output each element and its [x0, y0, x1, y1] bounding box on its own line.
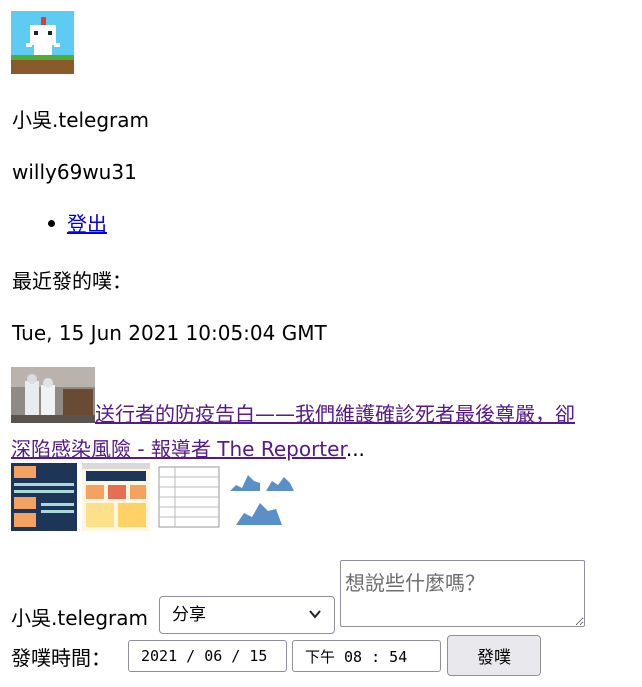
article-link-line1[interactable]: 送行者的防疫告白——我們維護確診死者最後尊嚴，卻: [95, 402, 575, 426]
time-input[interactable]: [292, 640, 441, 672]
list-bullet: [48, 220, 55, 227]
message-textarea[interactable]: [340, 560, 585, 627]
plurk-timestamp: Tue, 15 Jun 2021 10:05:04 GMT: [12, 321, 327, 345]
qualifier-select[interactable]: 分享: [159, 596, 335, 634]
article-thumbnail[interactable]: [11, 367, 95, 423]
logout-link[interactable]: 登出: [67, 212, 107, 236]
username: willy69wu31: [12, 160, 137, 184]
attached-image-4[interactable]: [226, 463, 298, 531]
recent-heading: 最近發的噗：: [12, 269, 132, 293]
display-name: 小吳.telegram: [12, 108, 150, 132]
attached-image-1[interactable]: [11, 463, 77, 531]
ellipsis: ...: [345, 437, 365, 461]
article-link-line2[interactable]: 深陷感染風險 - 報導者 The Reporter: [11, 437, 346, 461]
attached-image-2[interactable]: [82, 463, 150, 531]
avatar: [11, 11, 74, 74]
attached-image-3[interactable]: [155, 463, 223, 531]
poster-name: 小吳.telegram: [11, 606, 149, 630]
date-input[interactable]: [128, 640, 287, 672]
post-time-label: 發噗時間：: [11, 646, 111, 670]
submit-plurk-button[interactable]: 發噗: [447, 635, 541, 676]
